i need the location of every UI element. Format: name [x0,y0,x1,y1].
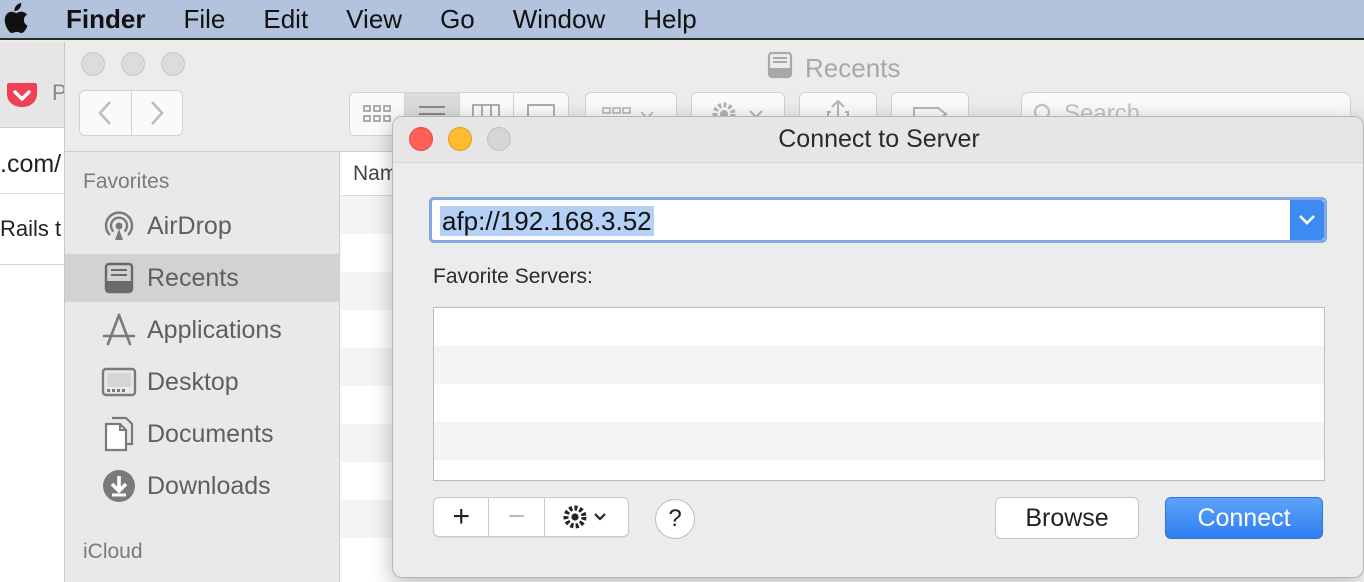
help-button[interactable]: ? [655,499,695,539]
sidebar-item-applications[interactable]: Applications [65,306,339,354]
sidebar-item-desktop[interactable]: Desktop [65,358,339,406]
browser-tab-bar: P [0,42,70,128]
menu-go[interactable]: Go [440,4,475,35]
dialog-title: Connect to Server [778,125,980,153]
recent-servers-dropdown[interactable] [1290,200,1324,240]
server-address-field[interactable]: afp://192.168.3.52 [429,197,1327,243]
browser-divider [0,264,70,265]
favorites-action-menu[interactable] [545,498,628,536]
menu-file[interactable]: File [183,4,225,35]
menu-view[interactable]: View [346,4,402,35]
recents-icon [101,260,137,296]
sidebar-item-label: Applications [147,315,282,344]
sidebar-item-downloads[interactable]: Downloads [65,462,339,510]
connect-to-server-dialog: Connect to Server afp://192.168.3.52 Fav… [392,116,1364,578]
sidebar-item-label: Documents [147,419,274,448]
list-item [434,422,1324,460]
server-address-text[interactable]: afp://192.168.3.52 [440,206,654,236]
list-item [434,384,1324,422]
finder-minimize-button[interactable] [121,52,145,76]
connect-button[interactable]: Connect [1165,497,1323,539]
browse-button[interactable]: Browse [995,497,1139,539]
documents-icon [101,416,137,452]
chevron-down-icon [1299,215,1315,225]
favorite-servers-list[interactable] [433,307,1325,481]
add-favorite-button[interactable]: + [434,498,490,536]
dialog-titlebar: Connect to Server [393,117,1363,163]
list-item [434,308,1324,346]
apple-menu-icon[interactable] [0,3,30,34]
list-item [434,346,1324,384]
sidebar-item-label: AirDrop [147,211,232,240]
background-browser-window: P .com/ Rails t [0,42,70,582]
menu-help[interactable]: Help [643,4,696,35]
sidebar-header-icloud: iCloud [83,540,143,563]
applications-icon [101,312,137,348]
favorites-edit-controls: + − [433,497,629,537]
menu-app-finder[interactable]: Finder [66,4,145,35]
browser-url-text[interactable]: .com/ [0,150,61,179]
finder-close-button[interactable] [81,52,105,76]
menu-window[interactable]: Window [513,4,605,35]
finder-window-controls [81,52,185,76]
chevron-left-icon [98,101,112,125]
sidebar-header-favorites: Favorites [83,170,170,193]
desktop-icon [101,364,137,400]
remove-favorite-button[interactable]: − [489,498,545,536]
sidebar-item-label: Downloads [147,471,271,500]
sidebar-item-label: Recents [147,263,239,292]
pocket-icon[interactable] [6,82,38,108]
sidebar-item-recents[interactable]: Recents [65,254,339,302]
favorite-servers-label: Favorite Servers: [433,265,593,288]
airdrop-icon [101,208,137,244]
grid-icon [363,105,391,122]
recents-title-icon [765,50,795,87]
menu-bar: Finder File Edit View Go Window Help [0,0,1364,40]
finder-title-text: Recents [805,53,901,83]
forward-button[interactable] [130,91,183,135]
finder-zoom-button[interactable] [161,52,185,76]
back-button[interactable] [80,91,131,135]
downloads-icon [101,468,137,504]
finder-title: Recents [765,50,900,87]
gear-icon [563,505,607,529]
sidebar-item-documents[interactable]: Documents [65,410,339,458]
chevron-right-icon [150,101,164,125]
nav-buttons [79,90,183,136]
menu-edit[interactable]: Edit [263,4,308,35]
sidebar-item-airdrop[interactable]: AirDrop [65,202,339,250]
list-item [434,460,1324,480]
finder-sidebar: Favorites AirDrop Recents Applications D… [65,152,340,582]
sidebar-item-label: Desktop [147,367,239,396]
browser-bookmark-item[interactable]: Rails t [0,216,61,242]
